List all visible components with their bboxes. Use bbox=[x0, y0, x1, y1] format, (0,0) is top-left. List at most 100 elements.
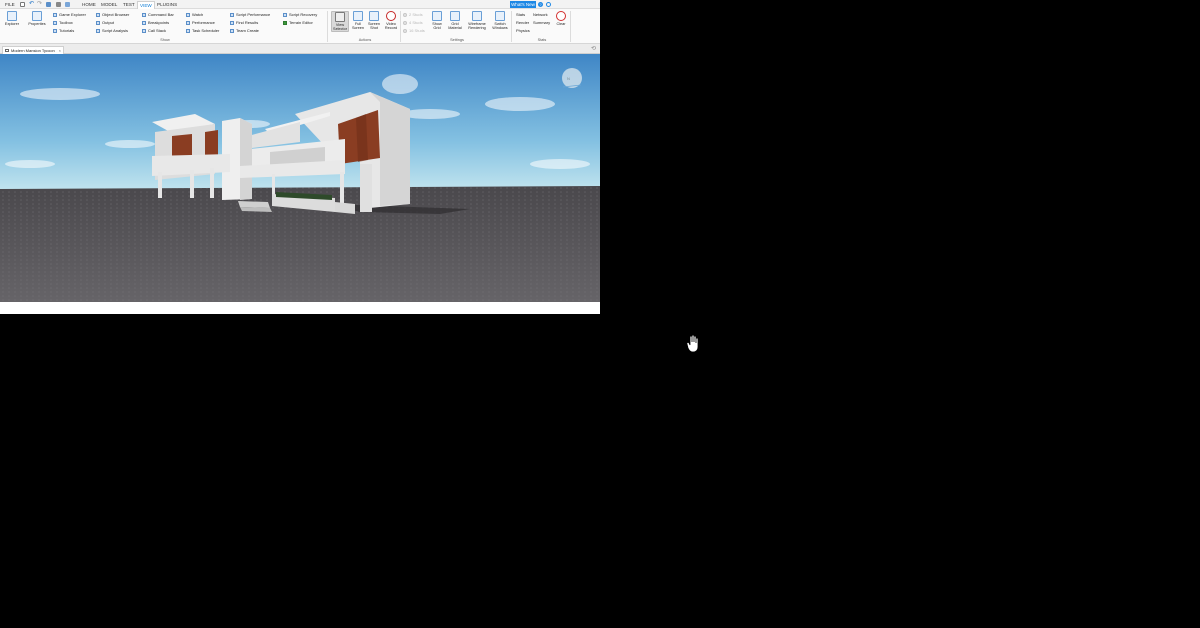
view-selector-icon bbox=[335, 12, 345, 22]
watch-item[interactable]: Watch bbox=[186, 12, 203, 17]
grid-2-studs-item[interactable]: 2 Studs bbox=[403, 12, 423, 17]
cloud-icon[interactable] bbox=[65, 2, 70, 7]
grid-icon bbox=[432, 11, 442, 21]
share-icon[interactable] bbox=[546, 2, 551, 7]
object-browser-label: Object Browser bbox=[102, 12, 130, 17]
stats-item[interactable]: Stats bbox=[516, 12, 525, 17]
tab-test[interactable]: TEST bbox=[121, 1, 137, 8]
undo-icon[interactable]: ↶ bbox=[29, 1, 34, 7]
team-create-item[interactable]: Team Create bbox=[230, 28, 259, 33]
properties-button[interactable]: Properties bbox=[26, 11, 48, 26]
find-results-item[interactable]: Find Results bbox=[230, 20, 258, 25]
radio-icon bbox=[403, 12, 407, 17]
grid-material-button[interactable]: Grid Material bbox=[447, 11, 463, 30]
script-analysis-item[interactable]: Script Analysis bbox=[96, 28, 128, 33]
close-tab-icon[interactable]: × bbox=[59, 47, 61, 54]
place-icon bbox=[5, 49, 9, 52]
scene-graphic: N bbox=[0, 54, 600, 302]
performance-item[interactable]: Performance bbox=[186, 20, 215, 25]
toolbox-icon bbox=[53, 20, 57, 25]
task-scheduler-icon bbox=[186, 28, 190, 33]
summary-label: Summary bbox=[533, 20, 551, 25]
object-browser-icon bbox=[96, 12, 100, 17]
full-screen-icon bbox=[353, 11, 363, 21]
output-item[interactable]: Output bbox=[96, 20, 114, 25]
grid-4-studs-item[interactable]: 4 Studs bbox=[403, 20, 423, 25]
game-explorer-label: Game Explorer bbox=[59, 12, 86, 17]
help-icon[interactable]: ? bbox=[538, 2, 543, 7]
whats-new-button[interactable]: What's New bbox=[510, 1, 536, 8]
ribbon: Explorer Properties Game Explorer Toolbo… bbox=[0, 9, 600, 44]
show-grid-button[interactable]: Show Grid bbox=[429, 11, 445, 30]
wireframe-icon bbox=[472, 11, 482, 21]
physics-label: Physics bbox=[516, 28, 530, 33]
new-file-icon[interactable] bbox=[20, 2, 25, 7]
task-scheduler-item[interactable]: Task Scheduler bbox=[186, 28, 219, 33]
explorer-button[interactable]: Explorer bbox=[3, 11, 21, 26]
document-tab[interactable]: Modern Mansion Tycoon × bbox=[2, 46, 64, 54]
tutorials-item[interactable]: Tutorials bbox=[53, 28, 74, 33]
tab-model[interactable]: MODEL bbox=[99, 1, 119, 8]
call-stack-item[interactable]: Call Stack bbox=[142, 28, 166, 33]
terrain-editor-item[interactable]: Terrain Editor bbox=[283, 20, 313, 25]
call-stack-icon bbox=[142, 28, 146, 33]
object-browser-item[interactable]: Object Browser bbox=[96, 12, 129, 17]
terrain-editor-icon bbox=[283, 20, 287, 25]
breakpoints-icon bbox=[142, 20, 146, 25]
wireframe-rendering-button[interactable]: Wireframe Rendering bbox=[465, 11, 489, 30]
script-performance-item[interactable]: Script Performance bbox=[230, 12, 270, 17]
radio-icon bbox=[403, 20, 407, 25]
toolbox-label: Toolbox bbox=[59, 20, 73, 25]
screenshot-button[interactable]: Screen Shot bbox=[366, 11, 382, 30]
document-tab-bar: Modern Mansion Tycoon × ⟲ bbox=[0, 44, 600, 54]
full-screen-button[interactable]: Full Screen bbox=[350, 11, 366, 30]
view-cube-label: N bbox=[567, 76, 570, 81]
tab-view[interactable]: VIEW bbox=[137, 1, 155, 9]
script-recovery-item[interactable]: Script Recovery bbox=[283, 12, 317, 17]
camera-icon bbox=[369, 11, 379, 21]
switch-windows-icon bbox=[495, 11, 505, 21]
command-bar-label: Command Bar bbox=[148, 12, 174, 17]
ribbon-divider bbox=[400, 11, 401, 42]
video-record-button[interactable]: Video Record bbox=[383, 11, 399, 30]
output-icon bbox=[96, 20, 100, 25]
grid-material-icon bbox=[450, 11, 460, 21]
properties-icon bbox=[32, 11, 42, 21]
restore-panel-icon[interactable]: ⟲ bbox=[589, 45, 598, 53]
file-menu[interactable]: FILE bbox=[3, 1, 17, 8]
view-selector-button[interactable]: View Selector bbox=[331, 11, 349, 33]
script-performance-label: Script Performance bbox=[236, 12, 271, 17]
script-analysis-icon bbox=[96, 28, 100, 33]
physics-item[interactable]: Physics bbox=[516, 28, 530, 33]
redo-icon[interactable]: ↷ bbox=[37, 1, 42, 7]
tutorials-label: Tutorials bbox=[59, 28, 75, 33]
network-item[interactable]: Network bbox=[533, 12, 548, 17]
switch-windows-label-2: Windows bbox=[492, 26, 508, 31]
script-recovery-icon bbox=[283, 12, 287, 17]
performance-label: Performance bbox=[192, 20, 215, 25]
3d-viewport[interactable]: N bbox=[0, 54, 600, 302]
ribbon-divider bbox=[327, 11, 328, 42]
view-cube[interactable]: N bbox=[562, 68, 582, 88]
clear-button[interactable]: Clear bbox=[553, 11, 569, 26]
wireframe-label-2: Rendering bbox=[468, 26, 486, 31]
hand-cursor-icon bbox=[686, 334, 699, 353]
properties-label: Properties bbox=[28, 22, 46, 26]
command-bar-item[interactable]: Command Bar bbox=[142, 12, 174, 17]
clear-icon bbox=[556, 11, 566, 21]
save-icon[interactable] bbox=[56, 2, 61, 7]
tab-plugins[interactable]: PLUGINS bbox=[155, 1, 179, 8]
terrain-editor-label: Terrain Editor bbox=[289, 20, 313, 25]
grid-2-studs-label: 2 Studs bbox=[409, 12, 423, 17]
tab-home[interactable]: HOME bbox=[80, 1, 98, 8]
game-explorer-item[interactable]: Game Explorer bbox=[53, 12, 86, 17]
find-results-label: Find Results bbox=[236, 20, 259, 25]
toolbox-item[interactable]: Toolbox bbox=[53, 20, 73, 25]
ribbon-divider bbox=[511, 11, 512, 42]
summary-item[interactable]: Summary bbox=[533, 20, 550, 25]
grid-16-studs-item[interactable]: 16 Studs bbox=[403, 28, 425, 33]
switch-windows-button[interactable]: Switch Windows bbox=[490, 11, 510, 30]
breakpoints-item[interactable]: Breakpoints bbox=[142, 20, 169, 25]
render-item[interactable]: Render bbox=[516, 20, 529, 25]
publish-icon[interactable] bbox=[46, 2, 51, 7]
